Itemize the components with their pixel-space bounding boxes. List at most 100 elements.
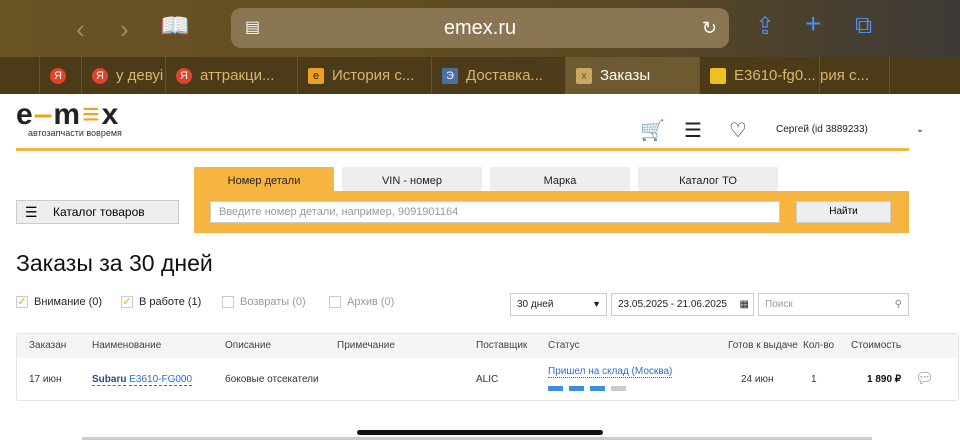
brand-link[interactable]: Subaru bbox=[92, 374, 127, 386]
share-icon[interactable]: ⇪ bbox=[755, 12, 775, 41]
orders-table: Заказан Наименование Описание Примечание… bbox=[16, 333, 959, 401]
col-price: Стоимость bbox=[851, 340, 902, 351]
tab-part-number[interactable]: Номер детали bbox=[194, 167, 334, 191]
browser-toolbar: ‹ › 📖 ▤ emex.ru ↻ ⇪ + ⧉ bbox=[0, 0, 960, 57]
emex-logo[interactable]: e‒m≡x bbox=[16, 98, 120, 132]
divider bbox=[16, 148, 909, 151]
checkbox[interactable] bbox=[222, 296, 234, 308]
filter-label: Возвраты (0) bbox=[240, 296, 306, 308]
price: 1 890 ₽ bbox=[867, 374, 902, 385]
tab-brand[interactable]: Марка bbox=[490, 167, 630, 191]
col-status: Статус bbox=[548, 340, 580, 351]
period-value: 30 дней bbox=[517, 299, 554, 310]
search-box: Введите номер детали, например, 90919011… bbox=[194, 191, 909, 233]
tab[interactable]: e История с... bbox=[298, 57, 432, 94]
tab-label: аттракци... bbox=[200, 67, 275, 84]
tab-label: Заказы bbox=[600, 67, 651, 84]
user-menu[interactable]: Сергей (id 3889233) ⌄ bbox=[776, 124, 924, 135]
date-range-input[interactable]: 23.05.2025 - 21.06.2025 ▦ bbox=[611, 293, 754, 316]
period-select[interactable]: 30 дней ▼ bbox=[510, 293, 607, 316]
tab-label: История с... bbox=[332, 67, 415, 84]
col-note: Примечание bbox=[337, 340, 395, 351]
orders-search-input[interactable]: Поиск ⚲ bbox=[758, 293, 909, 316]
filter-returns[interactable]: Возвраты (0) bbox=[222, 296, 306, 308]
search-placeholder: Поиск bbox=[765, 299, 793, 310]
find-button[interactable]: Найти bbox=[796, 201, 891, 223]
reader-icon[interactable]: ▤ bbox=[245, 8, 260, 48]
quantity: 1 bbox=[811, 374, 817, 385]
checkbox-checked[interactable]: ✓ bbox=[121, 296, 133, 308]
filter-in-progress[interactable]: ✓ В работе (1) bbox=[121, 296, 201, 308]
page-title: Заказы за 30 дней bbox=[16, 250, 213, 276]
tab[interactable]: E3610-fg0... bbox=[700, 57, 820, 94]
image-icon bbox=[710, 67, 726, 84]
col-supplier: Поставщик bbox=[476, 340, 528, 351]
new-tab-icon[interactable]: + bbox=[805, 8, 821, 40]
search-icon[interactable]: ⚲ bbox=[895, 294, 902, 315]
yandex-icon: Я bbox=[176, 67, 192, 84]
tab[interactable]: рия с... bbox=[820, 57, 890, 94]
tabs-overview-icon[interactable]: ⧉ bbox=[855, 12, 872, 40]
chevron-down-icon: ⌄ bbox=[915, 124, 925, 135]
status-step-done bbox=[548, 386, 563, 391]
horizontal-scrollbar[interactable] bbox=[82, 437, 872, 440]
home-indicator bbox=[357, 430, 603, 435]
col-ordered: Заказан bbox=[29, 340, 67, 351]
back-icon[interactable]: ‹ bbox=[76, 14, 85, 45]
date-range-value: 23.05.2025 - 21.06.2025 bbox=[618, 299, 727, 310]
calendar-icon: ▦ bbox=[739, 299, 749, 310]
tab[interactable]: Яаттракци... bbox=[166, 57, 298, 94]
status-link[interactable]: Пришел на склад (Москва) bbox=[548, 366, 673, 378]
tab-label: Доставка... bbox=[466, 67, 543, 84]
filter-label: Внимание (0) bbox=[34, 296, 103, 308]
order-date: 17 июн bbox=[29, 374, 62, 385]
tab-bar: Я Яу девуі Яаттракци... e История с... ЭД… bbox=[0, 57, 960, 94]
checklist-icon[interactable]: ☰ bbox=[684, 118, 702, 143]
user-name: Сергей bbox=[776, 124, 809, 135]
col-qty: Кол-во bbox=[803, 340, 835, 351]
favorites-heart-icon[interactable]: ♡ bbox=[729, 118, 747, 143]
checkbox-checked[interactable]: ✓ bbox=[16, 296, 28, 308]
ready-date: 24 июн bbox=[741, 374, 774, 385]
cart-icon[interactable]: 🛒 bbox=[640, 118, 665, 143]
tab[interactable]: Я bbox=[40, 57, 82, 94]
emex-icon: e bbox=[308, 67, 324, 84]
status-step-done bbox=[590, 386, 605, 391]
tab-active[interactable]: x Заказы bbox=[566, 57, 700, 94]
part-search-input[interactable]: Введите номер детали, например, 90919011… bbox=[210, 201, 780, 223]
status-step-done bbox=[569, 386, 584, 391]
description: боковые отсекатели bbox=[225, 374, 319, 385]
url-text: emex.ru bbox=[443, 17, 517, 39]
delivery-icon: Э bbox=[442, 67, 458, 84]
close-tab-icon[interactable]: x bbox=[576, 67, 592, 84]
filter-label: Архив (0) bbox=[347, 296, 395, 308]
tab-maintenance-catalog[interactable]: Каталог ТО bbox=[638, 167, 778, 191]
forward-icon[interactable]: › bbox=[120, 14, 129, 45]
catalog-button[interactable]: Каталог товаров bbox=[16, 200, 179, 224]
tagline: автозапчасти вовремя bbox=[28, 128, 122, 138]
tab[interactable]: Яу девуі bbox=[82, 57, 166, 94]
tab-vin[interactable]: VIN - номер bbox=[342, 167, 482, 191]
reload-icon[interactable]: ↻ bbox=[702, 8, 717, 48]
status-step-pending bbox=[611, 386, 626, 391]
supplier: ALIC bbox=[476, 374, 499, 385]
user-id: (id 3889233) bbox=[811, 124, 868, 135]
comment-icon[interactable]: 💬︎ bbox=[915, 369, 934, 387]
tab-label: рия с... bbox=[820, 67, 870, 84]
filter-attention[interactable]: ✓ Внимание (0) bbox=[16, 296, 102, 308]
bookmarks-icon[interactable]: 📖 bbox=[160, 12, 190, 41]
col-ready: Готов к выдаче bbox=[728, 340, 798, 351]
col-description: Описание bbox=[225, 340, 272, 351]
part-number-link[interactable]: E3610-FG000 bbox=[129, 374, 193, 386]
dropdown-arrow-icon: ▼ bbox=[592, 299, 601, 309]
checkbox[interactable] bbox=[329, 296, 341, 308]
yandex-icon: Я bbox=[92, 67, 108, 84]
tab[interactable]: Э Доставка... bbox=[432, 57, 566, 94]
address-bar[interactable]: ▤ emex.ru ↻ bbox=[231, 8, 729, 48]
tab-label: E3610-fg0... bbox=[734, 67, 816, 84]
col-name: Наименование bbox=[92, 340, 162, 351]
filter-archive[interactable]: Архив (0) bbox=[329, 296, 394, 308]
tab-label: у девуі bbox=[116, 67, 164, 84]
yandex-icon: Я bbox=[50, 67, 66, 84]
filter-label: В работе (1) bbox=[139, 296, 202, 308]
